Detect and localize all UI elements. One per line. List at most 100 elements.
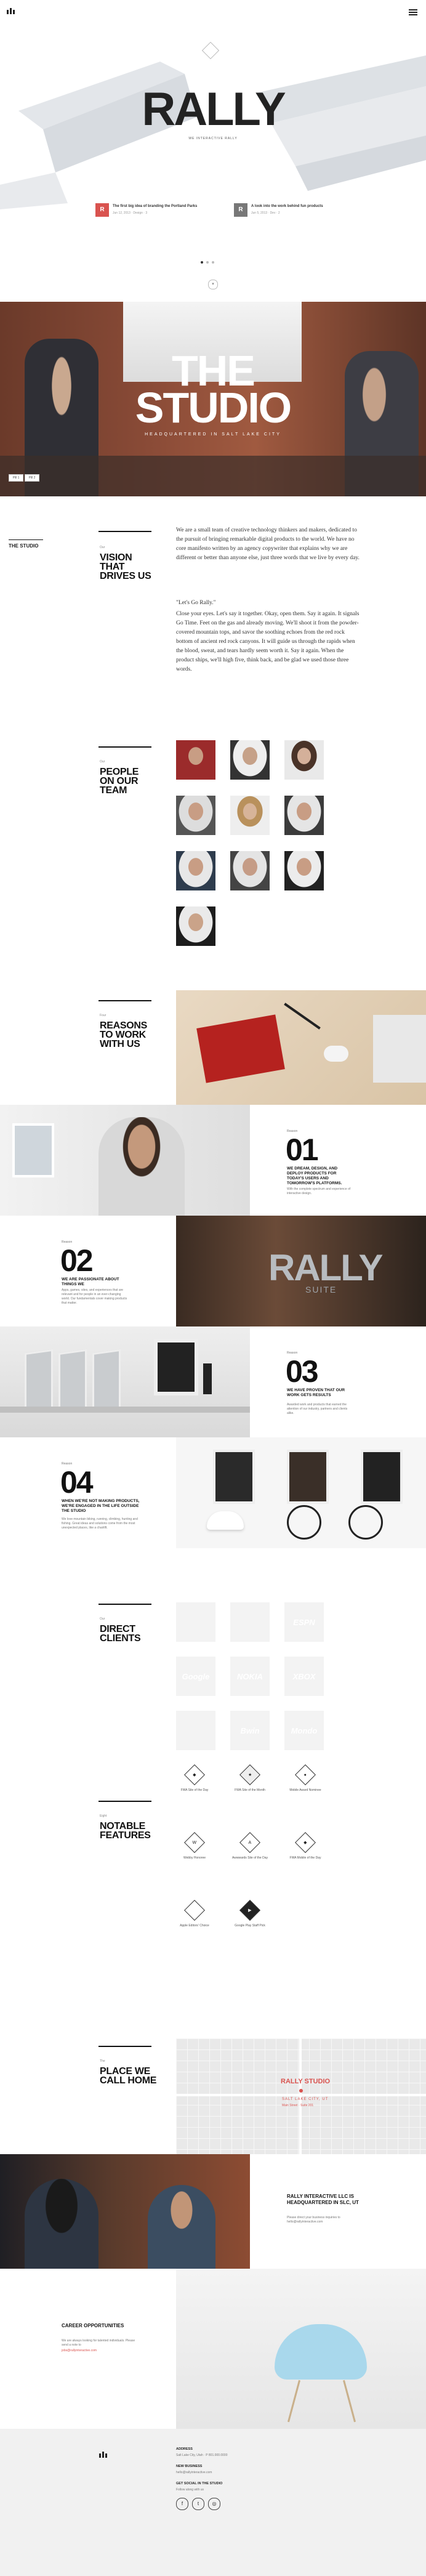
team-title: PEOPLE ON OUR TEAM (100, 767, 139, 796)
vision-quote: "Let's Go Rally." (176, 600, 216, 606)
slider-dot[interactable] (206, 261, 209, 264)
map-detail: Main Street · Suite 201 (282, 2104, 314, 2107)
scroll-down-icon[interactable]: ▾ (208, 280, 218, 289)
award-badge-icon: ◆ (295, 1832, 316, 1853)
award-badge-icon: A (239, 1832, 260, 1853)
hero-section: RALLY WE INTERACTIVE RALLY R The first b… (0, 0, 426, 302)
mouse (324, 1046, 348, 1062)
feature-item[interactable]: ★ FWA Site of the Month (222, 1764, 278, 1792)
team-member-photo[interactable] (176, 906, 215, 946)
poster (287, 1450, 329, 1504)
subnav-heading: THE STUDIO (9, 543, 39, 549)
team-member-photo[interactable] (230, 851, 270, 890)
map-pin-icon[interactable] (299, 2089, 303, 2093)
team-member-photo[interactable] (176, 851, 215, 890)
notebook-photo (176, 990, 426, 1105)
home-title: PLACE WE CALL HOME (100, 2066, 157, 2086)
team-member-photo[interactable] (176, 740, 215, 780)
feature-caption: Mobile Award Nominee (289, 1788, 321, 1792)
hero-title: RALLY (142, 83, 286, 135)
team-member-photo[interactable] (230, 740, 270, 780)
vision-kicker: Our (100, 546, 105, 549)
reason-card: Reason 03 WE HAVE PROVEN THAT OUR WORK G… (250, 1326, 426, 1437)
reason-text: We love mountain biking, running, climbi… (62, 1517, 138, 1530)
client-logo (176, 1711, 215, 1750)
news-item[interactable]: R A look into the work behind fun produc… (234, 203, 357, 219)
award-badge-icon: ◆ (184, 1764, 205, 1785)
team-member-photo[interactable] (284, 740, 324, 780)
vision-paragraph: Close your eyes. Let's say it together. … (176, 611, 360, 672)
team-member-photo[interactable] (230, 796, 270, 835)
reasons-rule (98, 1000, 151, 1001)
award-badge-icon (184, 1900, 205, 1921)
award-badge-icon: ● (295, 1764, 316, 1785)
news-item[interactable]: R The first big idea of branding the Por… (95, 203, 219, 219)
hq-title: RALLY INTERACTIVE LLC IS HEADQUARTERED I… (287, 2194, 359, 2205)
footer-biz-email[interactable]: hello@rallyinteractive.com (176, 2471, 212, 2475)
facebook-icon[interactable]: f (176, 2498, 188, 2510)
twitter-icon[interactable]: t (192, 2498, 204, 2510)
team-member-photo[interactable] (284, 851, 324, 890)
home-kicker: The (100, 2059, 105, 2063)
feature-item[interactable]: W Webby Honoree (167, 1832, 222, 1860)
reason-text: Awarded work and products that earned th… (287, 1403, 348, 1415)
menu-icon[interactable] (409, 7, 417, 15)
feature-item[interactable]: ◆ FWA Site of the Day (167, 1764, 222, 1792)
dribbble-icon[interactable]: ◎ (208, 2498, 220, 2510)
vision-paragraph: We are a small team of creative technolo… (176, 527, 360, 561)
news-title: A look into the work behind fun products (251, 204, 323, 208)
footer-follow-label: GET SOCIAL IN THE STUDIO (176, 2482, 223, 2485)
feature-caption: Webby Honoree (183, 1856, 206, 1860)
studio-banner: THE STUDIO HEADQUARTERED IN SALT LAKE CI… (0, 302, 426, 496)
footer-biz-label: NEW BUSINESS (176, 2465, 203, 2468)
rally-sign-text: RALLY (268, 1247, 383, 1288)
client-logo (176, 1602, 215, 1642)
slider-dots[interactable] (201, 261, 225, 265)
award-plaque (25, 1349, 53, 1413)
client-logo: Mondo (284, 1711, 324, 1750)
client-logo: Bwin (230, 1711, 270, 1750)
reason-text: With the complete spectrum and experienc… (287, 1187, 351, 1195)
subnav-pill[interactable]: Pill 1 (9, 474, 23, 482)
bike-wheel (348, 1505, 383, 1540)
award-badge-icon: W (184, 1832, 205, 1853)
features-kicker: Eight (100, 1814, 107, 1818)
feature-item[interactable]: ◆ FWA Mobile of the Day (278, 1832, 333, 1860)
person (25, 2179, 98, 2269)
feature-item[interactable]: ▶ Google Play Staff Pick (222, 1900, 278, 1928)
client-logo: ESPN (284, 1602, 324, 1642)
reason-photo-bike (176, 1437, 426, 1548)
feature-item[interactable]: Apple Editors' Choice (167, 1900, 222, 1928)
chair (207, 1511, 244, 1530)
team-member-photo[interactable] (176, 796, 215, 835)
award-badge-icon: ▶ (239, 1900, 260, 1921)
studio-map[interactable]: RALLY STUDIO SALT LAKE CITY, UT Main Str… (176, 2038, 426, 2154)
client-logo (230, 1602, 270, 1642)
subnav-pill[interactable]: Pill 2 (25, 474, 39, 482)
reason-text: Apps, games, sites, and experiences that… (62, 1288, 127, 1305)
chair-leg (342, 2380, 356, 2423)
studio-title-line2: STUDIO (135, 384, 292, 432)
features-title: NOTABLE FEATURES (100, 1821, 151, 1841)
award-frame (154, 1339, 198, 1395)
pen (284, 1003, 321, 1030)
footer-logo-icon[interactable] (98, 2450, 108, 2458)
hq-card: RALLY INTERACTIVE LLC IS HEADQUARTERED I… (250, 2154, 426, 2269)
feature-item[interactable]: ● Mobile Award Nominee (278, 1764, 333, 1792)
hero-subtitle: WE INTERACTIVE RALLY (188, 137, 238, 140)
award-trophy (203, 1363, 212, 1394)
feature-item[interactable]: A Awwwards Site of the Day (222, 1832, 278, 1860)
reason-number: 04 (60, 1465, 94, 1500)
rally-mark-icon[interactable] (6, 6, 16, 14)
news-meta: Jun 5, 2013 · Dev · 2 (251, 211, 280, 215)
award-plaque (92, 1349, 121, 1413)
map-road (299, 2038, 302, 2154)
slider-dot[interactable] (201, 261, 203, 264)
map-address: SALT LAKE CITY, UT (282, 2098, 329, 2101)
team-member-photo[interactable] (284, 796, 324, 835)
reason-photo-awards (0, 1326, 250, 1437)
slider-dot[interactable] (212, 261, 214, 264)
careers-email-link[interactable]: jobs@rallyinteractive.com (62, 2349, 97, 2353)
person (148, 2185, 215, 2269)
reasons-kicker: Four (100, 1014, 107, 1017)
